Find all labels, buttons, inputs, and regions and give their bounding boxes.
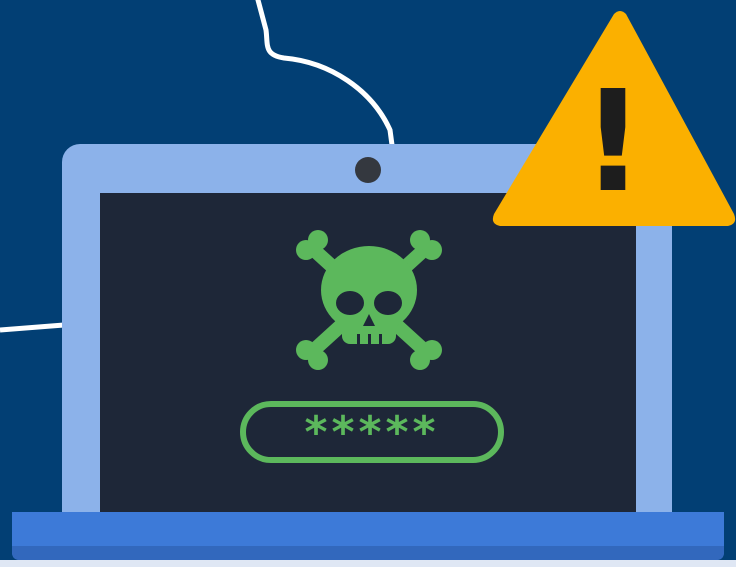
laptop-base-shadow (12, 546, 724, 560)
webcam-icon (355, 157, 381, 183)
skull-tooth-gap (368, 334, 371, 344)
laptop-screen (100, 193, 636, 515)
skull-eye-right (374, 291, 402, 315)
skull-tooth-gap (379, 334, 382, 344)
skull-tooth-gap (357, 334, 360, 344)
skull-eye-left (336, 291, 364, 315)
bone-knob (410, 350, 430, 370)
warning-exclamation: ! (581, 61, 645, 224)
illustration-canvas: ***** ! (0, 0, 736, 567)
desk-surface (0, 560, 736, 567)
illustration-scene: ***** ! (0, 0, 736, 567)
bone-knob (410, 230, 430, 250)
bone-knob (308, 350, 328, 370)
bone-knob (308, 230, 328, 250)
password-mask: ***** (304, 407, 439, 458)
